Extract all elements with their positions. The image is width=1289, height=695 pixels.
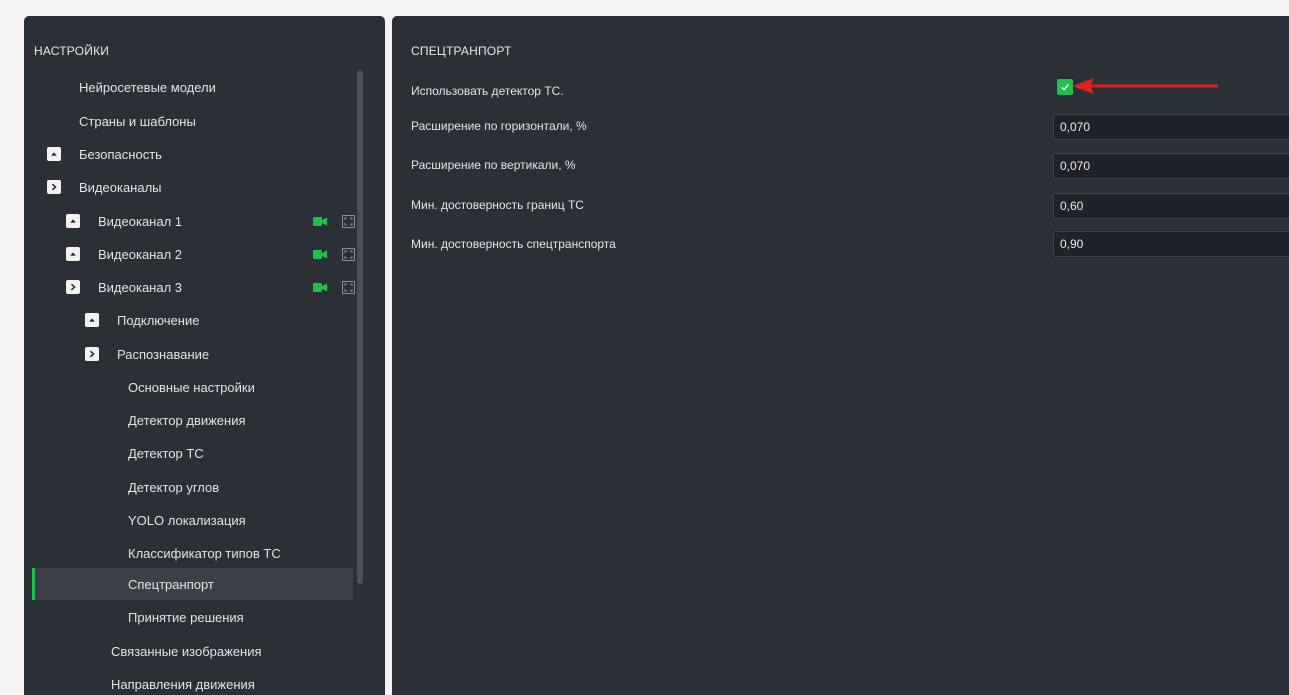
field-label: Расширение по горизонтали, % xyxy=(411,119,587,133)
tree-item-connection[interactable]: Подключение xyxy=(32,304,353,336)
tree-item-label: Принятие решения xyxy=(128,609,244,625)
tree-item-movement-directions[interactable]: Направления движения xyxy=(32,668,353,695)
tree-item-related-images[interactable]: Связанные изображения xyxy=(32,635,353,667)
tree-item-label: Видеоканал 1 xyxy=(98,213,183,229)
tree-item-countries-templates[interactable]: Страны и шаблоны xyxy=(32,105,353,137)
settings-detail-panel: СПЕЦТРАНПОРТ Использовать детектор ТС. Р… xyxy=(392,16,1289,695)
field-label: Мин. достоверность границ ТС xyxy=(411,198,584,212)
tree-item-video-channels[interactable]: Видеоканалы xyxy=(32,171,353,203)
tree-item-label: YOLO локализация xyxy=(128,512,246,528)
tree-item-label: Видеоканалы xyxy=(79,179,162,195)
min-special-transport-confidence-input[interactable] xyxy=(1053,231,1289,257)
tree-item-label: Детектор движения xyxy=(128,412,246,428)
tree-item-video-channel-1[interactable]: Видеоканал 1 xyxy=(32,205,355,237)
tree-item-label: Связанные изображения xyxy=(111,643,262,659)
field-label: Расширение по вертикали, % xyxy=(411,158,576,172)
tree-item-label: Страны и шаблоны xyxy=(79,113,196,129)
tree-item-recognition[interactable]: Распознавание xyxy=(32,338,353,370)
collapse-toggle-icon[interactable] xyxy=(66,247,80,261)
video-camera-icon[interactable] xyxy=(313,250,327,259)
field-horizontal-expansion: Расширение по горизонтали, % xyxy=(411,114,1289,142)
collapse-toggle-icon[interactable] xyxy=(66,214,80,228)
settings-panel-title: НАСТРОЙКИ xyxy=(34,44,110,58)
video-camera-icon[interactable] xyxy=(313,283,327,292)
min-bounds-confidence-input[interactable] xyxy=(1053,193,1289,219)
tree-item-special-transport[interactable]: Спецтранпорт xyxy=(32,568,353,600)
checkmark-icon xyxy=(1061,84,1069,91)
field-min-vehicle-bounds-confidence: Мин. достоверность границ ТС xyxy=(411,193,1289,221)
tree-item-label: Направления движения xyxy=(111,676,255,692)
selection-frame-icon[interactable] xyxy=(342,281,355,294)
tree-item-label: Распознавание xyxy=(117,346,210,362)
tree-item-label: Детектор ТС xyxy=(128,445,204,461)
field-label: Использовать детектор ТС. xyxy=(411,84,564,98)
field-min-special-transport-confidence: Мин. достоверность спецтранспорта xyxy=(411,231,1289,259)
tree-item-label: Спецтранпорт xyxy=(128,576,214,592)
field-vertical-expansion: Расширение по вертикали, % xyxy=(411,153,1289,181)
tree-item-label: Видеоканал 2 xyxy=(98,246,183,262)
field-label: Мин. достоверность спецтранспорта xyxy=(411,237,616,251)
tree-item-label: Детектор углов xyxy=(128,479,220,495)
tree-item-vehicle-detector[interactable]: Детектор ТС xyxy=(32,437,353,469)
selection-frame-icon[interactable] xyxy=(342,215,355,228)
tree-item-decision-making[interactable]: Принятие решения xyxy=(32,601,353,633)
expand-toggle-icon[interactable] xyxy=(47,180,61,194)
tree-item-basic-settings[interactable]: Основные настройки xyxy=(32,371,353,403)
tree-item-yolo-localization[interactable]: YOLO локализация xyxy=(32,504,353,536)
tree-item-security[interactable]: Безопасность xyxy=(32,138,353,170)
collapse-toggle-icon[interactable] xyxy=(85,313,99,327)
tree-item-motion-detector[interactable]: Детектор движения xyxy=(32,404,353,436)
tree-item-label: Классификатор типов ТС xyxy=(128,545,281,561)
tree-item-corner-detector[interactable]: Детектор углов xyxy=(32,471,353,503)
tree-scrollbar[interactable] xyxy=(357,70,363,584)
vertical-expansion-input[interactable] xyxy=(1053,153,1289,179)
tree-item-label: Основные настройки xyxy=(128,379,255,395)
tree-item-label: Подключение xyxy=(117,312,200,328)
tree-item-video-channel-3[interactable]: Видеоканал 3 xyxy=(32,271,355,303)
expand-toggle-icon[interactable] xyxy=(85,347,99,361)
settings-tree-panel: НАСТРОЙКИ Нейросетевые модели Страны и ш… xyxy=(24,16,385,695)
red-arrow-icon xyxy=(1072,78,1218,94)
tree-item-vehicle-type-classifier[interactable]: Классификатор типов ТС xyxy=(32,537,353,569)
settings-window: НАСТРОЙКИ Нейросетевые модели Страны и ш… xyxy=(0,0,1289,695)
tree-item-neural-models[interactable]: Нейросетевые модели xyxy=(32,71,353,103)
tree-item-label: Видеоканал 3 xyxy=(98,279,183,295)
collapse-toggle-icon[interactable] xyxy=(47,147,61,161)
tree-item-video-channel-2[interactable]: Видеоканал 2 xyxy=(32,238,355,270)
video-camera-icon[interactable] xyxy=(313,217,327,226)
expand-toggle-icon[interactable] xyxy=(66,280,80,294)
tree-item-label: Безопасность xyxy=(79,146,162,162)
detail-panel-title: СПЕЦТРАНПОРТ xyxy=(411,44,512,58)
selection-frame-icon[interactable] xyxy=(342,248,355,261)
tree-item-label: Нейросетевые модели xyxy=(79,79,216,95)
horizontal-expansion-input[interactable] xyxy=(1053,114,1289,140)
